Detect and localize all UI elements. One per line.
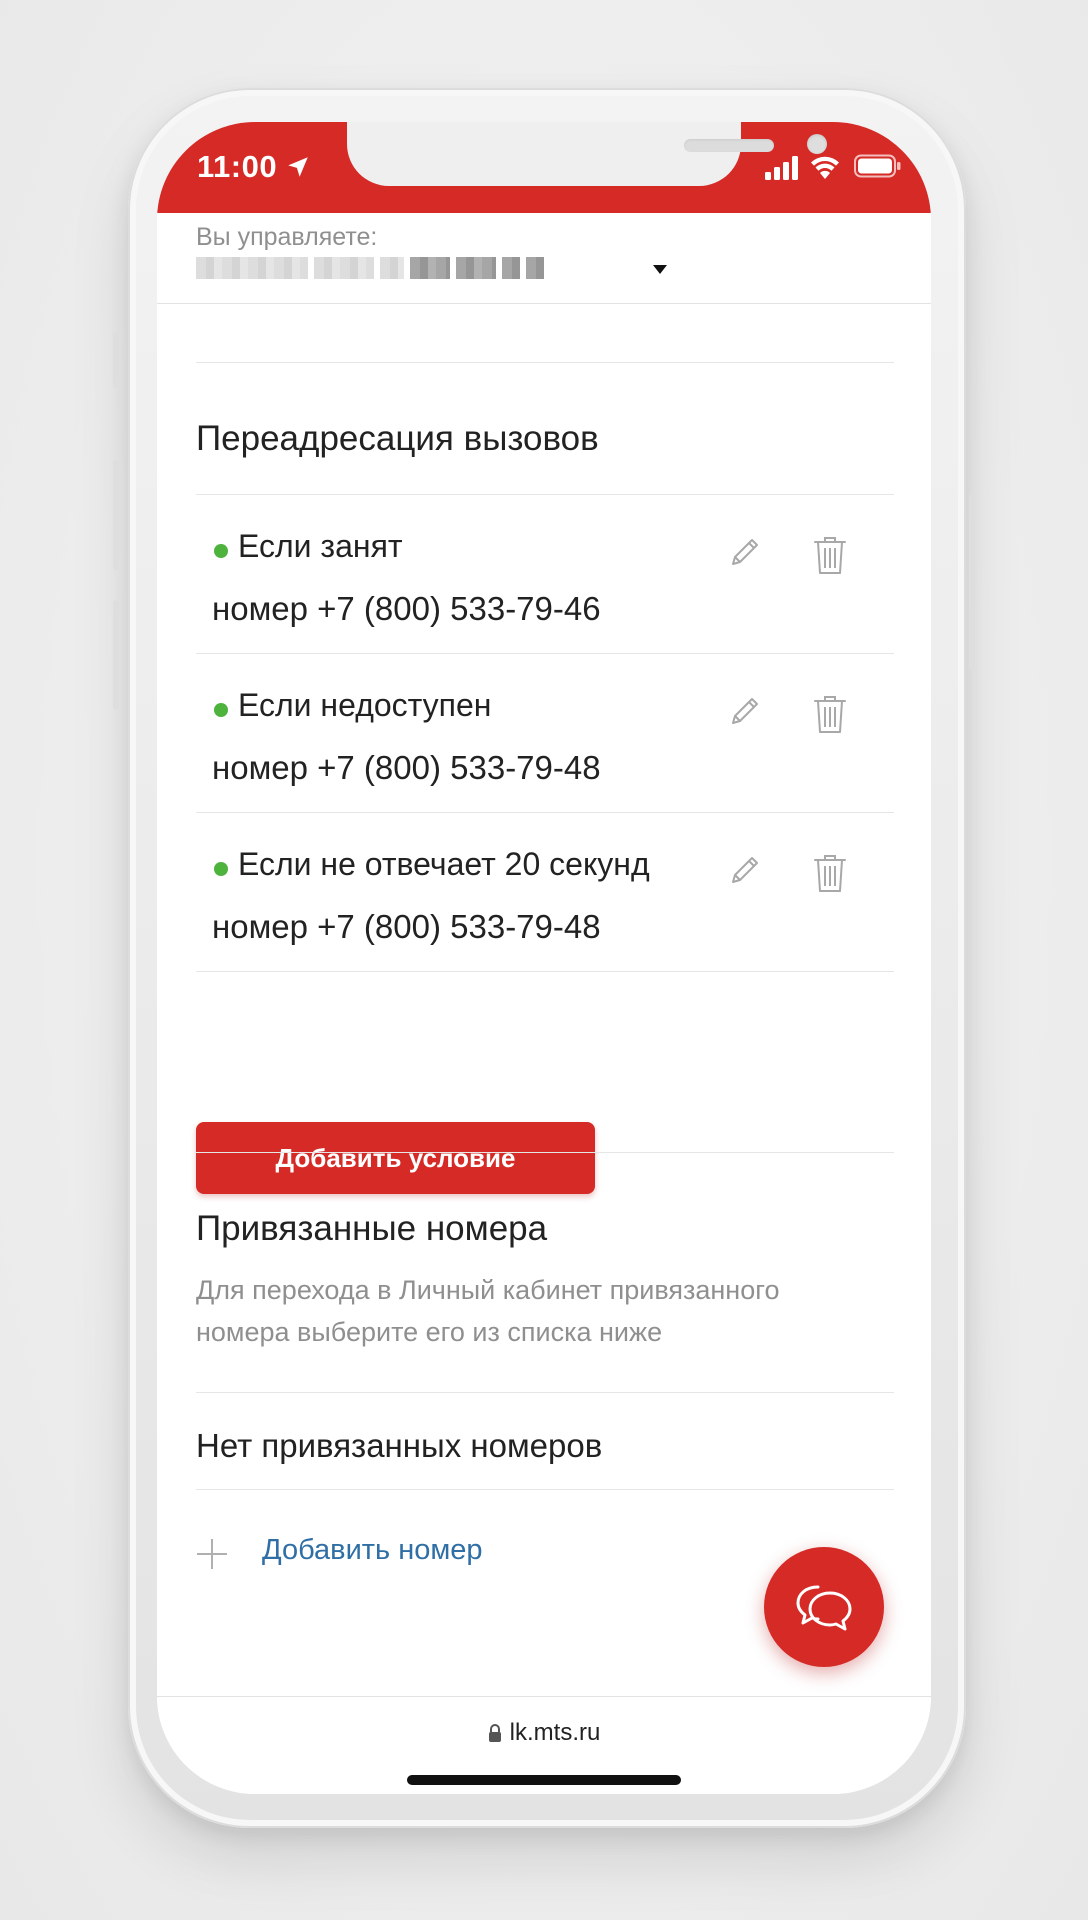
- rule-number: номер +7 (800) 533-79-46: [212, 590, 601, 627]
- rule-condition: Если занят: [238, 528, 403, 564]
- add-condition-button[interactable]: Добавить условие: [196, 1122, 595, 1194]
- trash-icon[interactable]: [810, 692, 850, 736]
- no-linked-numbers-text: Нет привязанных номеров: [196, 1427, 603, 1464]
- forwarding-rule: Если не отвечает 20 секунд номер +7 (800…: [196, 813, 894, 972]
- edit-pencil-icon[interactable]: [724, 851, 764, 891]
- rule-condition: Если недоступен: [238, 687, 492, 723]
- battery-icon: [854, 154, 901, 178]
- phone-mute-switch: [113, 332, 119, 388]
- home-indicator[interactable]: [407, 1775, 681, 1785]
- rule-number: номер +7 (800) 533-79-48: [212, 908, 601, 945]
- wifi-icon: [811, 156, 839, 179]
- status-time: 11:00: [197, 149, 278, 184]
- rule-number: номер +7 (800) 533-79-48: [212, 749, 601, 786]
- status-bar: 11:00: [157, 122, 931, 213]
- active-status-dot: [214, 703, 228, 717]
- dropdown-caret-icon[interactable]: [653, 265, 667, 274]
- edit-pencil-icon[interactable]: [724, 692, 764, 732]
- speaker-grille: [684, 139, 774, 152]
- section-divider: [196, 362, 894, 363]
- phone-volume-up: [113, 460, 119, 570]
- cellular-signal-icon: [765, 156, 798, 180]
- chat-button[interactable]: [764, 1547, 884, 1667]
- manage-label: Вы управляете:: [196, 223, 378, 251]
- account-switcher[interactable]: Вы управляете:: [157, 213, 931, 304]
- lock-icon: [488, 1724, 501, 1742]
- section-divider: [196, 1489, 894, 1490]
- front-camera: [807, 134, 827, 154]
- linked-numbers-title: Привязанные номера: [196, 1209, 548, 1248]
- phone-notch: [347, 122, 827, 186]
- add-number-link[interactable]: Добавить номер: [196, 1522, 546, 1582]
- trash-icon[interactable]: [810, 533, 850, 577]
- edit-pencil-icon[interactable]: [724, 533, 764, 573]
- plus-icon: [197, 1539, 227, 1569]
- phone-screen: 11:00 Вы управляете: Переадресация вызов…: [157, 122, 931, 1794]
- masked-account-number: [196, 257, 544, 279]
- active-status-dot: [214, 862, 228, 876]
- forwarding-rule: Если недоступен номер +7 (800) 533-79-48: [196, 654, 894, 813]
- forwarding-rule: Если занят номер +7 (800) 533-79-46: [196, 495, 894, 654]
- chat-bubbles-icon: [796, 1585, 852, 1631]
- add-number-label: Добавить номер: [262, 1534, 483, 1566]
- url-display[interactable]: lk.mts.ru: [157, 1719, 931, 1747]
- phone-volume-down: [113, 600, 119, 710]
- url-text: lk.mts.ru: [509, 1719, 601, 1746]
- phone-power-button: [969, 494, 975, 670]
- trash-icon[interactable]: [810, 851, 850, 895]
- forwarding-title: Переадресация вызовов: [196, 419, 599, 458]
- section-divider: [196, 1392, 894, 1393]
- location-arrow-icon: [288, 157, 308, 177]
- active-status-dot: [214, 544, 228, 558]
- rule-condition: Если не отвечает 20 секунд: [238, 846, 650, 882]
- section-divider: [196, 1152, 894, 1153]
- linked-numbers-description: Для перехода в Личный кабинет привязанно…: [196, 1275, 780, 1347]
